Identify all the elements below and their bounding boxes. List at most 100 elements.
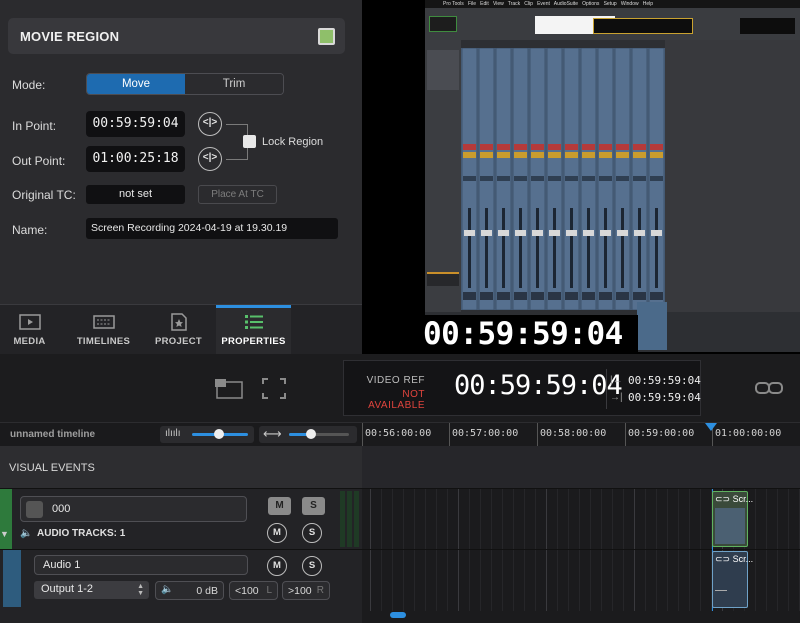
video-track-name: 000 (52, 503, 71, 515)
grid-line (447, 489, 448, 611)
grid-line (689, 489, 690, 611)
grid-line (513, 489, 514, 611)
pt-menu-item: AudioSuite (553, 1, 578, 7)
main-timecode: 00:59:59:04 (454, 370, 623, 401)
place-at-tc-button[interactable]: Place At TC (198, 185, 277, 204)
pt-menu-item: Pro Tools (443, 1, 464, 7)
lock-region-label: Lock Region (262, 136, 324, 148)
pt-menu-item: Setup (603, 1, 617, 7)
timeline-name: unnamed timeline (10, 429, 96, 440)
original-tc-label: Original TC: (12, 188, 76, 202)
waveform-zoom-control: ılıılı (160, 426, 254, 443)
video-ref-label: VIDEO REF (366, 375, 425, 386)
playhead-marker[interactable] (705, 423, 717, 431)
horizontal-zoom-control: ⟷ (259, 426, 357, 443)
video-track-name-field[interactable]: 000 (20, 496, 247, 522)
region-color-swatch[interactable] (318, 28, 335, 45)
out-point-field[interactable]: 01:00:25:18 (86, 146, 185, 172)
audio-mute-button[interactable]: M (267, 556, 287, 576)
pan-left-suffix: L (266, 585, 272, 596)
pt-menu-item: File (467, 1, 476, 7)
audio-track-name: Audio 1 (43, 559, 81, 571)
pt-menu-item: Event (537, 1, 550, 7)
pan-right-value: >100 (288, 585, 312, 597)
pt-menu: Pro Tools File Edit View Track Clip Even… (443, 0, 653, 8)
properties-panel: MOVIE REGION Mode: Move Trim In Point: 0… (0, 0, 362, 304)
mode-trim-button[interactable]: Trim (185, 74, 283, 94)
grid-line (469, 489, 470, 611)
pt-menubar: Pro Tools File Edit View Track Clip Even… (425, 0, 800, 8)
pan-left-value: <100 (235, 585, 259, 597)
visual-events-header: VISUAL EVENTS (0, 446, 362, 489)
horizontal-scrollbar[interactable] (390, 612, 406, 618)
grid-line (645, 489, 646, 611)
zoom-slider-handle[interactable] (306, 429, 316, 439)
pt-toolbar (425, 8, 800, 40)
grid-line (590, 489, 591, 611)
grid-line (524, 489, 525, 611)
tab-timelines[interactable]: TIMELINES (66, 305, 141, 355)
tab-project[interactable]: PROJECT (141, 305, 216, 355)
track-lanes[interactable]: ⊂⊃ Scr... ⊂⊃ Scr... (362, 489, 800, 623)
collapse-icon[interactable]: ▼ (0, 529, 9, 539)
output-value: Output 1-2 (41, 583, 93, 595)
video-window-icon[interactable] (214, 378, 244, 399)
grid-line (546, 489, 547, 611)
burn-in-timecode: 00:59:59:04 (423, 315, 638, 353)
fullscreen-icon[interactable] (262, 378, 286, 399)
ruler-label: 00:58:00:00 (540, 428, 607, 439)
tab-media[interactable]: MEDIA (0, 305, 67, 355)
select-arrows-icon: ▲ ▼ (137, 583, 144, 597)
audio-group-solo-button[interactable]: S (302, 523, 322, 543)
waveform-icon: ılıılı (165, 428, 181, 439)
video-mute-button[interactable]: M (268, 497, 291, 515)
audio-clip[interactable]: ⊂⊃ Scr... (712, 551, 753, 608)
timeline-ruler[interactable]: 00:56:00:00 00:57:00:00 00:58:00:00 00:5… (362, 423, 800, 447)
output-select[interactable]: Output 1-2 ▲ ▼ (34, 581, 149, 599)
waveform (715, 590, 727, 591)
audio-group-mute-button[interactable]: M (267, 523, 287, 543)
set-in-point-button[interactable]: <|> (198, 112, 222, 136)
waveform-slider-handle[interactable] (214, 429, 224, 439)
lock-region-checkbox[interactable] (243, 135, 256, 148)
video-solo-button[interactable]: S (302, 497, 325, 515)
in-point-field[interactable]: 00:59:59:04 (86, 111, 185, 137)
grid-line (557, 489, 558, 611)
tab-properties[interactable]: PROPERTIES (216, 305, 291, 355)
tab-label: PROPERTIES (221, 336, 286, 347)
pan-right-suffix: R (316, 585, 324, 596)
visual-events-label: VISUAL EVENTS (9, 462, 95, 474)
video-clip[interactable]: ⊂⊃ Scr... (712, 491, 753, 547)
pt-tracks-list (425, 40, 461, 312)
video-track-color (0, 489, 12, 549)
pt-menu-item: Clip (524, 1, 533, 7)
transport-bar: VIDEO REF NOT AVAILABLE 00:59:59:04 |← →… (0, 354, 800, 422)
name-label: Name: (12, 223, 48, 237)
clip-thumbnail (715, 508, 745, 544)
mode-move-button[interactable]: Move (87, 74, 185, 94)
mode-label: Mode: (12, 78, 46, 92)
tab-label: MEDIA (13, 336, 46, 347)
link-icon: ⊂⊃ (715, 494, 731, 504)
mode-segmented-control: Move Trim (86, 73, 284, 95)
ruler-label: 00:56:00:00 (365, 428, 432, 439)
in-point-label: In Point: (12, 119, 57, 133)
audio-track-name-field[interactable]: Audio 1 (34, 555, 248, 575)
properties-icon (243, 313, 265, 331)
clip-label: ⊂⊃ Scr... (715, 554, 753, 565)
in-marker-icon: |← (610, 375, 623, 386)
pan-left-field[interactable]: <100 L (229, 581, 278, 600)
grid-line (667, 489, 668, 611)
volume-field[interactable]: 🔈 0 dB (155, 581, 224, 600)
grid-line (502, 489, 503, 611)
clip-label: ⊂⊃ Scr... (715, 494, 753, 505)
grid-line (700, 489, 701, 611)
grid-line (634, 489, 635, 611)
name-field[interactable]: Screen Recording 2024-04-19 at 19.30.19 (86, 218, 338, 239)
video-ref-status: NOT AVAILABLE (368, 389, 425, 411)
audio-solo-button[interactable]: S (302, 556, 322, 576)
link-icon[interactable] (755, 380, 783, 396)
set-out-point-button[interactable]: <|> (198, 147, 222, 171)
pan-right-field[interactable]: >100 R (282, 581, 330, 600)
visual-events-lane[interactable] (362, 446, 800, 489)
